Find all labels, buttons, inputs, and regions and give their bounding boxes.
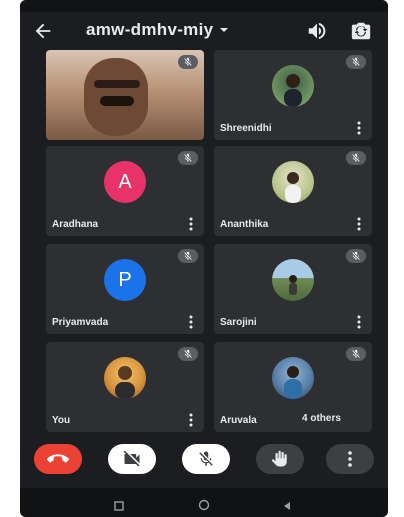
meeting-code-dropdown[interactable]: amw-dmhv-miy	[86, 20, 229, 40]
mic-off-icon	[178, 249, 198, 263]
meeting-code: amw-dmhv-miy	[86, 20, 214, 39]
participant-name: Priyamvada	[52, 317, 109, 328]
more-vert-icon[interactable]	[186, 315, 196, 329]
more-vert-icon[interactable]	[186, 217, 196, 231]
participant-name: Aruvala	[220, 415, 257, 426]
participant-name: Sarojini	[220, 317, 257, 328]
participant-name: Ananthika	[220, 219, 269, 230]
more-vert-icon	[348, 451, 352, 467]
participant-tile[interactable]: Shreenidhi	[214, 50, 372, 140]
more-vert-icon[interactable]	[354, 121, 364, 135]
participant-name: Shreenidhi	[220, 123, 272, 134]
mic-off-icon	[346, 151, 366, 165]
meet-call-screen: amw-dmhv-miy Shreenidhi A Aradhana Anant…	[20, 0, 388, 517]
more-options-button[interactable]	[326, 444, 374, 474]
participant-tile[interactable]: A Aradhana	[46, 146, 204, 236]
mic-off-icon	[199, 451, 213, 466]
participant-tile[interactable]: You	[46, 342, 204, 432]
avatar	[272, 259, 314, 301]
mic-off-icon	[346, 249, 366, 263]
participant-tile-others[interactable]: Aruvala 4 others	[214, 342, 372, 432]
speaker-icon[interactable]	[306, 20, 328, 42]
participant-name: Aradhana	[52, 219, 99, 230]
participant-tile[interactable]: Sarojini	[214, 244, 372, 334]
avatar: A	[104, 161, 146, 203]
chevron-down-icon	[220, 28, 229, 32]
back-triangle-icon	[284, 502, 290, 510]
participant-tile-self-video[interactable]	[46, 50, 204, 140]
more-vert-icon[interactable]	[186, 413, 196, 427]
status-bar	[20, 0, 388, 12]
more-vert-icon[interactable]	[354, 217, 364, 231]
avatar	[272, 161, 314, 203]
mic-toggle-button[interactable]	[182, 444, 230, 474]
home-icon	[198, 499, 210, 511]
more-vert-icon[interactable]	[354, 315, 364, 329]
home-button[interactable]	[198, 498, 210, 516]
avatar: P	[104, 259, 146, 301]
top-app-bar: amw-dmhv-miy	[20, 14, 388, 48]
participant-tile[interactable]: Ananthika	[214, 146, 372, 236]
back-button[interactable]	[282, 498, 292, 516]
avatar	[272, 357, 314, 399]
mic-off-icon	[178, 151, 198, 165]
mic-off-icon	[346, 55, 366, 69]
mic-off-icon	[346, 347, 366, 361]
raise-hand-button[interactable]	[256, 444, 304, 474]
call-end-icon	[47, 454, 69, 463]
mic-off-icon	[178, 347, 198, 361]
camera-toggle-button[interactable]	[108, 444, 156, 474]
call-controls	[20, 440, 388, 484]
end-call-button[interactable]	[34, 444, 82, 474]
others-count: 4 others	[302, 413, 341, 424]
participant-tile[interactable]: P Priyamvada	[46, 244, 204, 334]
videocam-off-icon	[123, 450, 140, 467]
mic-off-icon	[178, 55, 198, 69]
camera-flip-icon[interactable]	[350, 20, 372, 42]
participant-name: You	[52, 415, 71, 426]
raise-hand-icon	[271, 450, 287, 467]
system-navigation-bar	[20, 488, 388, 517]
recents-icon	[114, 501, 124, 511]
avatar	[104, 357, 146, 399]
arrow-back-icon[interactable]	[32, 20, 54, 42]
recents-button[interactable]	[114, 498, 124, 516]
avatar	[272, 65, 314, 107]
